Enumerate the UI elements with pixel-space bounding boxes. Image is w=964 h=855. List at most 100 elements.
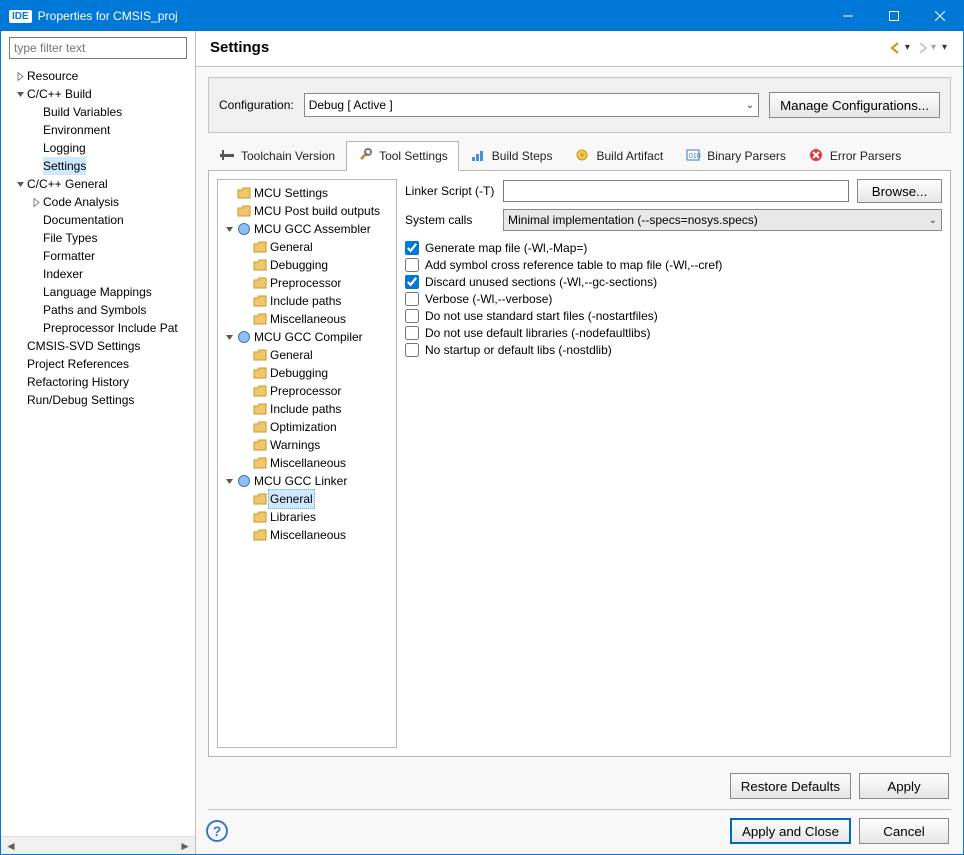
nav-item[interactable]: Language Mappings	[5, 283, 195, 301]
checkbox[interactable]	[405, 275, 419, 289]
apply-button[interactable]: Apply	[859, 773, 949, 799]
nav-item[interactable]: Resource	[5, 67, 195, 85]
nav-item[interactable]: Build Variables	[5, 103, 195, 121]
apply-and-close-button[interactable]: Apply and Close	[730, 818, 851, 844]
nav-menu-button[interactable]: ▾	[940, 40, 949, 56]
checkbox-label: Do not use default libraries (-nodefault…	[425, 326, 650, 340]
nav-item[interactable]: Settings	[5, 157, 195, 175]
checkbox[interactable]	[405, 292, 419, 306]
nav-tree[interactable]: ResourceC/C++ BuildBuild VariablesEnviro…	[1, 65, 195, 836]
nav-item[interactable]: Logging	[5, 139, 195, 157]
checkbox-row[interactable]: Generate map file (-Wl,-Map=)	[405, 241, 942, 255]
caret-down-icon[interactable]	[222, 332, 236, 343]
tool-tree-item[interactable]: MCU GCC Assembler	[220, 220, 394, 238]
tool-tree-item[interactable]: MCU GCC Compiler	[220, 328, 394, 346]
folder-icon	[252, 384, 268, 398]
tab-toolsettings[interactable]: Tool Settings	[346, 141, 459, 171]
maximize-button[interactable]	[871, 1, 917, 31]
checkbox-row[interactable]: Do not use standard start files (-nostar…	[405, 309, 942, 323]
minimize-button[interactable]	[825, 1, 871, 31]
tool-tree-item[interactable]: Miscellaneous	[220, 526, 394, 544]
nav-item[interactable]: Documentation	[5, 211, 195, 229]
tool-tree-item[interactable]: Miscellaneous	[220, 454, 394, 472]
tool-tree[interactable]: MCU SettingsMCU Post build outputsMCU GC…	[217, 179, 397, 748]
nav-item-label: Indexer	[43, 265, 83, 283]
nav-item[interactable]: Paths and Symbols	[5, 301, 195, 319]
checkbox-row[interactable]: Discard unused sections (-Wl,--gc-sectio…	[405, 275, 942, 289]
nav-forward-button[interactable]: ▾	[914, 40, 938, 56]
tab-buildsteps[interactable]: Build Steps	[459, 141, 564, 171]
nav-item[interactable]: Run/Debug Settings	[5, 391, 195, 409]
nav-item[interactable]: Project References	[5, 355, 195, 373]
tab-errparsers[interactable]: Error Parsers	[797, 141, 912, 171]
folder-icon	[252, 528, 268, 542]
help-button[interactable]: ?	[206, 820, 228, 842]
caret-right-icon[interactable]	[29, 197, 43, 208]
filter-input[interactable]	[9, 37, 187, 59]
scroll-right-icon[interactable]: ►	[179, 839, 191, 853]
tool-tree-item[interactable]: Include paths	[220, 292, 394, 310]
tool-tree-item[interactable]: MCU Settings	[220, 184, 394, 202]
tool-tree-item[interactable]: Debugging	[220, 256, 394, 274]
nav-item[interactable]: C/C++ Build	[5, 85, 195, 103]
tool-tree-item[interactable]: Preprocessor	[220, 274, 394, 292]
caret-right-icon[interactable]	[13, 71, 27, 82]
nav-back-button[interactable]: ▾	[888, 40, 912, 56]
caret-down-icon[interactable]	[222, 224, 236, 235]
tab-buildartifact[interactable]: Build Artifact	[563, 141, 674, 171]
nav-item[interactable]: Indexer	[5, 265, 195, 283]
nav-item[interactable]: Preprocessor Include Pat	[5, 319, 195, 337]
caret-down-icon[interactable]	[13, 89, 27, 100]
tool-tree-item[interactable]: MCU Post build outputs	[220, 202, 394, 220]
checkbox[interactable]	[405, 241, 419, 255]
scroll-left-icon[interactable]: ◄	[5, 839, 17, 853]
linker-script-input[interactable]	[503, 180, 849, 202]
nav-item-label: Language Mappings	[43, 283, 152, 301]
tool-tree-item[interactable]: Warnings	[220, 436, 394, 454]
cancel-button[interactable]: Cancel	[859, 818, 949, 844]
caret-down-icon[interactable]	[13, 179, 27, 190]
nav-item[interactable]: Refactoring History	[5, 373, 195, 391]
checkbox[interactable]	[405, 309, 419, 323]
nav-item-label: Settings	[43, 157, 86, 175]
tool-tree-item[interactable]: General	[220, 346, 394, 364]
checkbox-row[interactable]: Verbose (-Wl,--verbose)	[405, 292, 942, 306]
browse-button[interactable]: Browse...	[857, 179, 942, 203]
tool-tree-item[interactable]: Libraries	[220, 508, 394, 526]
tool-tree-label: Miscellaneous	[268, 454, 348, 472]
tool-tree-item[interactable]: Optimization	[220, 418, 394, 436]
nav-item[interactable]: Code Analysis	[5, 193, 195, 211]
tab-toolchain[interactable]: Toolchain Version	[208, 141, 346, 171]
tool-tree-item[interactable]: General	[220, 238, 394, 256]
caret-down-icon[interactable]	[222, 476, 236, 487]
checkbox-row[interactable]: No startup or default libs (-nostdlib)	[405, 343, 942, 357]
tool-tree-item[interactable]: MCU GCC Linker	[220, 472, 394, 490]
checkbox[interactable]	[405, 258, 419, 272]
configuration-select[interactable]: Debug [ Active ] ⌄	[304, 93, 759, 117]
checkbox[interactable]	[405, 343, 419, 357]
nav-item[interactable]: Formatter	[5, 247, 195, 265]
system-calls-select[interactable]: Minimal implementation (--specs=nosys.sp…	[503, 209, 942, 231]
tab-binparsers[interactable]: 010Binary Parsers	[674, 141, 797, 171]
tool-tree-item[interactable]: Preprocessor	[220, 382, 394, 400]
tool-tree-item[interactable]: General	[220, 490, 394, 508]
nav-item[interactable]: Environment	[5, 121, 195, 139]
close-button[interactable]	[917, 1, 963, 31]
system-calls-value: Minimal implementation (--specs=nosys.sp…	[508, 213, 758, 227]
nav-item[interactable]: CMSIS-SVD Settings	[5, 337, 195, 355]
manage-configurations-button[interactable]: Manage Configurations...	[769, 92, 940, 118]
folder-icon	[252, 258, 268, 272]
horizontal-scrollbar[interactable]: ◄ ►	[1, 836, 195, 854]
nav-item[interactable]: C/C++ General	[5, 175, 195, 193]
checkbox-row[interactable]: Add symbol cross reference table to map …	[405, 258, 942, 272]
tool-tree-item[interactable]: Include paths	[220, 400, 394, 418]
tool-tree-item[interactable]: Debugging	[220, 364, 394, 382]
nav-item-label: Refactoring History	[27, 373, 129, 391]
restore-defaults-button[interactable]: Restore Defaults	[730, 773, 851, 799]
nav-item[interactable]: File Types	[5, 229, 195, 247]
tool-tree-label: Preprocessor	[268, 382, 343, 400]
tool-tree-item[interactable]: Miscellaneous	[220, 310, 394, 328]
checkbox[interactable]	[405, 326, 419, 340]
page-title: Settings	[210, 39, 888, 56]
checkbox-row[interactable]: Do not use default libraries (-nodefault…	[405, 326, 942, 340]
